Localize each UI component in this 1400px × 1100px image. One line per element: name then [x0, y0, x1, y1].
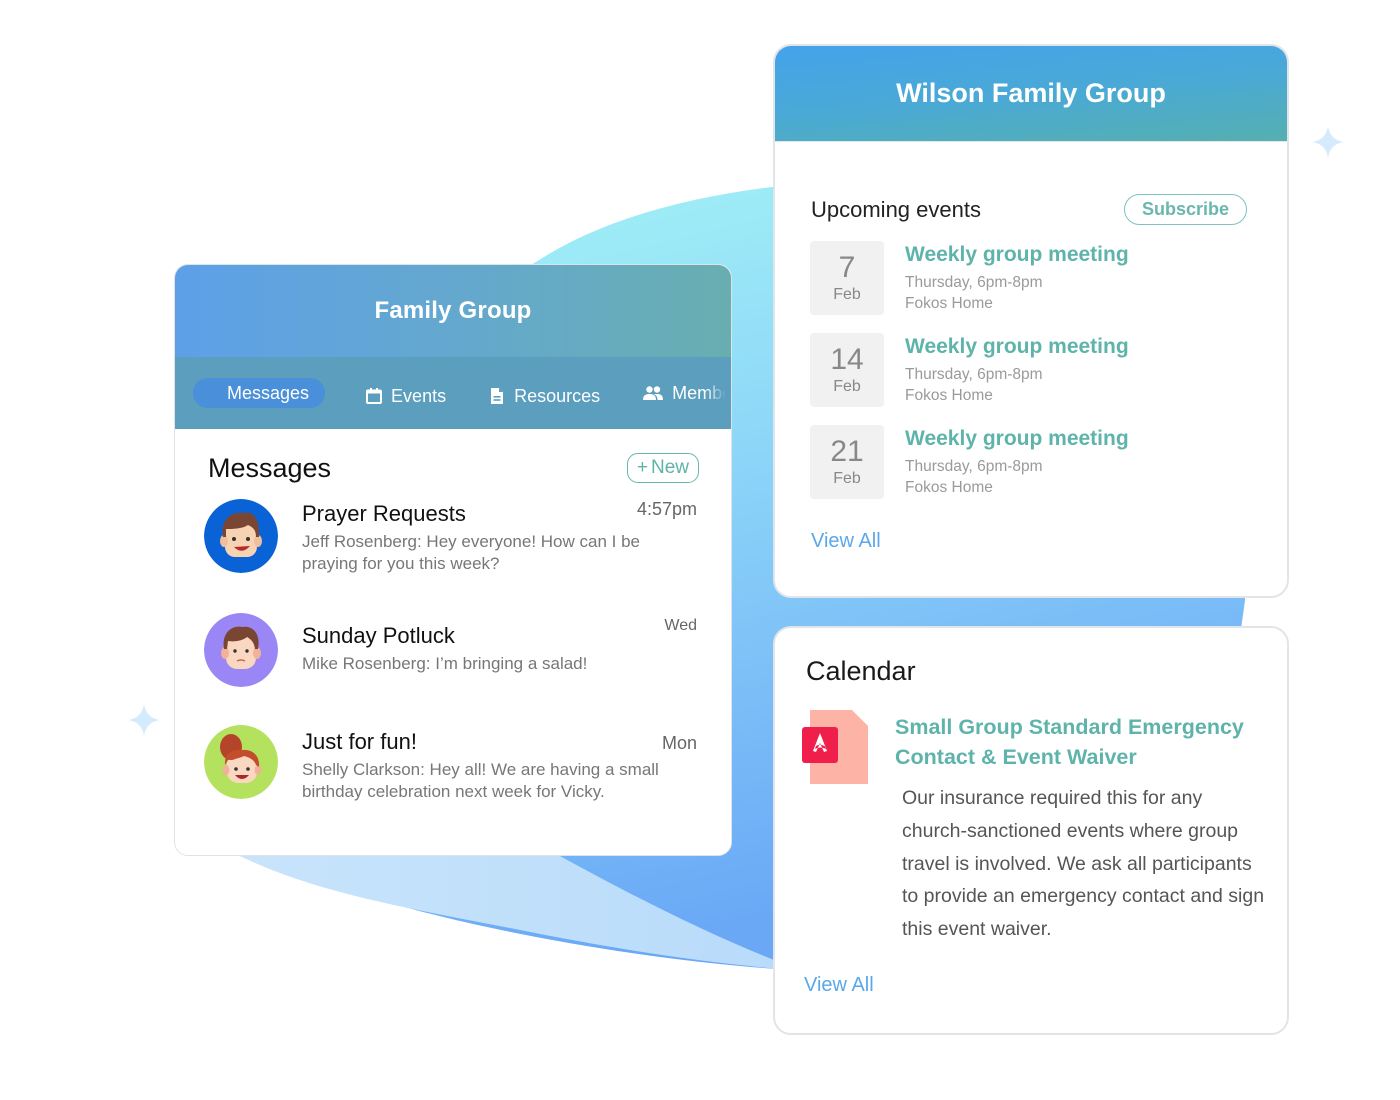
event-name-link[interactable]: Weekly group meeting	[905, 427, 1129, 451]
document-title-link[interactable]: Small Group Standard Emergency Contact &…	[895, 712, 1265, 772]
wilson-group-title: Wilson Family Group	[896, 78, 1166, 108]
upcoming-events-header: Upcoming events Subscribe	[775, 142, 1287, 225]
messages-header: Messages + New	[175, 429, 731, 489]
subscribe-button[interactable]: Subscribe	[1123, 194, 1247, 225]
event-info: Weekly group meeting Thursday, 6pm-8pm F…	[905, 427, 1129, 517]
message-body: Just for fun! Shelly Clarkson: Hey all! …	[302, 725, 697, 803]
message-preview: Jeff Rosenberg: Hey everyone! How can I …	[302, 532, 640, 573]
new-message-button[interactable]: + New	[626, 453, 699, 483]
family-group-title: Family Group	[374, 297, 532, 324]
plus-icon: +	[636, 457, 648, 478]
event-location: Fokos Home	[905, 479, 993, 496]
event-location: Fokos Home	[905, 295, 993, 312]
event-day: 14	[830, 343, 864, 376]
list-item[interactable]: Prayer Requests Jeff Rosenberg: Hey ever…	[204, 499, 697, 575]
message-preview: Mike Rosenberg: I’m bringing a salad!	[302, 654, 588, 673]
event-list: 7 Feb Weekly group meeting Thursday, 6pm…	[775, 225, 1287, 517]
upcoming-events-title: Upcoming events	[811, 196, 981, 222]
new-button-label: New	[650, 457, 689, 478]
event-time: Thursday, 6pm-8pm	[905, 458, 1043, 475]
calendar-icon	[366, 388, 383, 404]
tab-events[interactable]: Events	[365, 381, 446, 411]
event-item[interactable]: 14 Feb Weekly group meeting Thursday, 6p…	[810, 333, 1287, 425]
event-time: Thursday, 6pm-8pm	[905, 366, 1043, 383]
avatar	[204, 613, 278, 687]
list-item[interactable]: Sunday Potluck Mike Rosenberg: I’m bring…	[204, 613, 697, 687]
tab-messages[interactable]: Messages	[193, 378, 326, 408]
events-view-all-link[interactable]: View All	[811, 530, 881, 553]
event-day: 7	[838, 251, 856, 284]
message-list: Prayer Requests Jeff Rosenberg: Hey ever…	[175, 489, 731, 803]
tab-label: Messages	[227, 382, 310, 403]
event-time: Thursday, 6pm-8pm	[905, 274, 1043, 291]
avatar	[204, 499, 278, 573]
document-icon	[491, 388, 504, 404]
message-time: Wed	[664, 617, 697, 634]
pdf-icon	[802, 710, 868, 784]
messages-title: Messages	[208, 452, 332, 483]
message-title: Sunday Potluck	[302, 623, 455, 648]
event-month: Feb	[833, 286, 861, 303]
tab-resources[interactable]: Resources	[488, 381, 600, 411]
people-icon	[643, 386, 664, 400]
message-body: Sunday Potluck Mike Rosenberg: I’m bring…	[302, 613, 697, 687]
event-item[interactable]: 21 Feb Weekly group meeting Thursday, 6p…	[810, 425, 1287, 517]
family-group-tabs: Messages Events Resources Mem	[175, 357, 731, 429]
sparkle-icon	[128, 704, 160, 736]
document-description: Our insurance required this for any chur…	[902, 787, 1265, 941]
event-item[interactable]: 7 Feb Weekly group meeting Thursday, 6pm…	[810, 241, 1287, 333]
wilson-group-card: Wilson Family Group Upcoming events Subs…	[773, 44, 1289, 598]
message-preview: Shelly Clarkson: Hey all! We are having …	[302, 760, 659, 801]
message-time: 4:57pm	[636, 499, 697, 519]
calendar-card: Calendar Small Group Standard Emergency …	[773, 626, 1289, 1035]
event-info: Weekly group meeting Thursday, 6pm-8pm F…	[905, 243, 1129, 333]
event-info: Weekly group meeting Thursday, 6pm-8pm F…	[905, 335, 1129, 425]
event-location: Fokos Home	[905, 387, 993, 404]
sparkle-icon	[1312, 126, 1344, 158]
calendar-title: Calendar	[806, 656, 916, 686]
event-date-badge: 21 Feb	[810, 425, 884, 499]
message-title: Just for fun!	[302, 729, 417, 754]
list-item[interactable]: Just for fun! Shelly Clarkson: Hey all! …	[204, 725, 697, 803]
family-group-header: Family Group	[175, 265, 731, 357]
family-group-card: Family Group Messages Events Resources M…	[174, 264, 732, 856]
wilson-group-header: Wilson Family Group	[775, 46, 1287, 142]
message-time: Mon	[661, 733, 697, 753]
event-name-link[interactable]: Weekly group meeting	[905, 335, 1129, 359]
avatar	[204, 725, 278, 799]
event-date-badge: 14 Feb	[810, 333, 884, 407]
tab-label: Resources	[514, 385, 601, 406]
event-month: Feb	[833, 470, 861, 487]
event-day: 21	[830, 435, 864, 468]
event-month: Feb	[833, 378, 861, 395]
event-date-badge: 7 Feb	[810, 241, 884, 315]
event-name-link[interactable]: Weekly group meeting	[905, 243, 1129, 267]
tab-label: Events	[391, 385, 447, 406]
tabs-overflow-fade	[705, 357, 731, 429]
calendar-view-all-link[interactable]: View All	[804, 974, 874, 997]
